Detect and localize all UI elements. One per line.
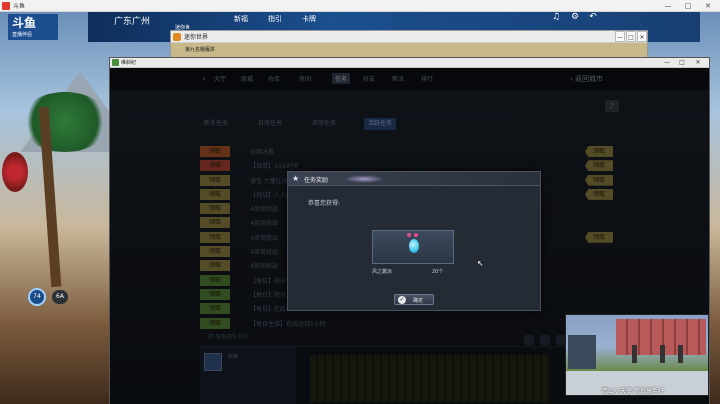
- confirm-button[interactable]: ✓ 确定: [394, 294, 434, 305]
- mouse-cursor-icon: ↖: [477, 259, 484, 268]
- level-sub-badge: 6A: [52, 290, 68, 304]
- game-close-button[interactable]: ✕: [692, 58, 704, 68]
- stream-logo: 斗鱼 直播伴侣: [8, 14, 58, 40]
- webcam-pip: 西山小天使 绝世高手好: [565, 314, 709, 396]
- close-button[interactable]: ✕: [700, 0, 716, 12]
- flower-bush: [2, 152, 28, 192]
- star-icon: ★: [292, 174, 300, 183]
- gear-icon[interactable]: ⚙: [569, 11, 581, 23]
- pip-caption: 西山小天使 绝世高手好: [602, 388, 664, 395]
- dialog-header: ★ 任务奖励: [288, 172, 540, 186]
- check-icon: ✓: [398, 296, 406, 304]
- mini-window-body: 第九名棚雁拼: [171, 43, 647, 58]
- minimize-button[interactable]: —: [660, 0, 676, 12]
- maximize-button[interactable]: □: [680, 0, 696, 12]
- pip-character: [660, 345, 665, 363]
- dialog-title: 任务奖励: [304, 177, 329, 184]
- reward-dialog: ★ 任务奖励 恭喜您获得: 风之翼派 20个 ✓ 确定: [287, 171, 541, 311]
- mini-app-icon: [173, 33, 181, 41]
- palm-tree-leaves: [20, 92, 110, 152]
- pip-character: [632, 345, 637, 363]
- outer-titlebar: 斗鱼 — □ ✕: [0, 0, 720, 12]
- mini-window-titlebar: 迷你世界 — □ ✕: [171, 31, 647, 43]
- confirm-label: 确定: [413, 298, 424, 304]
- mini-close-button[interactable]: ✕: [637, 31, 647, 42]
- game-title: 维斜纪: [121, 60, 137, 66]
- mini-window-title: 迷你世界: [184, 34, 209, 41]
- game-minimize-button[interactable]: —: [661, 58, 673, 68]
- mini-window: 迷你世界 — □ ✕ 第九名棚雁拼: [170, 30, 648, 58]
- mini-minimize-button[interactable]: —: [615, 31, 625, 42]
- region-label: 广东广州: [114, 17, 151, 27]
- stream-logo-text: 斗鱼: [12, 16, 37, 30]
- congrats-text: 恭喜您获得:: [308, 200, 341, 207]
- pip-doorway: [568, 335, 596, 369]
- banner-tab-1[interactable]: 指引: [268, 14, 282, 24]
- worm-eye-icon: [407, 233, 411, 237]
- pip-character: [678, 345, 683, 363]
- mini-maximize-button[interactable]: □: [626, 31, 636, 42]
- reward-item-name: 风之翼派: [372, 269, 393, 275]
- screen: 74 6A 斗鱼 直播伴侣 广东广州 新福 指引 卡牌 迷你世 ♫ ⚙ ↶ 斗鱼…: [0, 0, 720, 404]
- app-icon: [2, 2, 10, 10]
- reward-item-card: [372, 230, 454, 264]
- music-icon[interactable]: ♫: [550, 11, 562, 23]
- mini-window-subtitle: 第九名棚雁拼: [185, 47, 216, 53]
- wind-wing-icon: [409, 239, 419, 253]
- banner-tab-0[interactable]: 新福: [234, 14, 248, 24]
- worm-eye-icon: [414, 233, 418, 237]
- game-app-icon: [112, 59, 119, 66]
- level-badge: 74: [28, 288, 46, 306]
- back-icon[interactable]: ↶: [587, 11, 599, 23]
- game-maximize-button[interactable]: □: [676, 58, 688, 68]
- reward-item-count: 20个: [432, 269, 444, 275]
- header-glow: [344, 175, 384, 183]
- outer-title: 斗鱼: [13, 3, 26, 10]
- stream-logo-sub: 直播伴侣: [12, 32, 33, 38]
- banner-tab-2[interactable]: 卡牌: [302, 14, 316, 24]
- game-titlebar: 维斜纪 — □ ✕: [110, 58, 709, 68]
